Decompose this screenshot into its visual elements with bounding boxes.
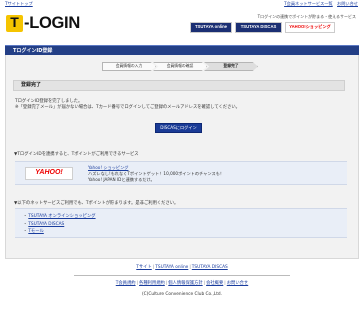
- service-banners: TSUTAYA online TSUTAYA DISCAS YAHOO!ショッピ…: [190, 22, 335, 33]
- company-link[interactable]: 会社概要: [206, 281, 223, 286]
- completion-message: TログインID登録を完了しました。 ※「登録完了メール」が届かない場合は、Tカー…: [15, 99, 240, 112]
- tsutaya-discas-link[interactable]: TSUTAYA DISCAS: [28, 222, 64, 227]
- progress-steps: 会員情報の入力 会員情報の確認 登録完了: [102, 62, 258, 71]
- page-title-bar: TログインID登録: [5, 45, 359, 55]
- header-tagline: Tログインの連携でポイントが貯まる・使えるサービス: [257, 14, 356, 19]
- services-box: TSUTAYA オンラインショッピング TSUTAYA DISCAS Tモール: [15, 208, 347, 238]
- tsutaya-discas-banner[interactable]: TSUTAYA DISCAS: [235, 22, 282, 33]
- footer-links-secondary: T会員規約|各種利用規約|個人情報保護方針|会社概要|お問い合せ: [115, 281, 249, 286]
- footer-links-primary: Tサイト|TSUTAYA online|TSUTAYA DISCAS: [136, 265, 228, 270]
- footer-divider: [74, 275, 290, 276]
- services-intro-heading: ▼以下のネットサービスご利用でも、Tポイントが貯まります。是非ご利用ください。: [14, 201, 179, 206]
- yahoo-logo[interactable]: YAHOO!: [25, 167, 73, 180]
- t-logo-icon: T: [6, 14, 23, 32]
- discas-login-button[interactable]: DISCASにログイン: [155, 123, 202, 133]
- tmall-link[interactable]: Tモール: [28, 229, 44, 234]
- yahoo-desc-line: Yahoo! JAPAN IDと連携するだけ。: [88, 177, 155, 183]
- page-title: TログインID登録: [13, 48, 53, 54]
- tsutaya-online-shopping-link[interactable]: TSUTAYA オンラインショッピング: [28, 214, 95, 219]
- services-list: TSUTAYA オンラインショッピング TSUTAYA DISCAS Tモール: [23, 213, 339, 236]
- top-right-links: T会員ネットサービス一覧 お問い合せ: [281, 1, 358, 6]
- tlogin-logo: T -LOGIN: [6, 13, 80, 33]
- footer-tsutaya-online-link[interactable]: TSUTAYA online: [155, 265, 188, 270]
- yahoo-shopping-banner[interactable]: YAHOO!ショッピング: [285, 22, 335, 33]
- step-input: 会員情報の入力: [102, 62, 156, 71]
- contact-link[interactable]: お問い合せ: [337, 1, 358, 6]
- list-item: TSUTAYA DISCAS: [23, 221, 339, 229]
- list-item: Tモール: [23, 228, 339, 236]
- message-line: ※「登録完了メール」が届かない場合は、Tカード番号でログインしてご登録のメールア…: [15, 105, 240, 111]
- logo-text: -LOGIN: [24, 13, 80, 32]
- usage-terms-link[interactable]: 各種利用規約: [139, 281, 165, 286]
- list-item: TSUTAYA オンラインショッピング: [23, 213, 339, 221]
- section-title: 登録完了: [13, 80, 345, 91]
- top-navigation: Tサイトトップ T会員ネットサービス一覧 お問い合せ: [0, 1, 364, 8]
- footer-tsite-link[interactable]: Tサイト: [136, 265, 152, 270]
- privacy-policy-link[interactable]: 個人情報保護方針: [168, 281, 202, 286]
- step-complete: 登録完了: [204, 62, 258, 71]
- yahoo-service-box: YAHOO! Yahoo! ショッピング ハズレなし!もれなくTポイントゲット！…: [15, 161, 347, 185]
- main-content: 会員情報の入力 会員情報の確認 登録完了 登録完了 TログインID登録を完了しま…: [5, 55, 359, 259]
- tsutaya-online-banner[interactable]: TSUTAYA online: [190, 22, 232, 33]
- yahoo-intro-heading: ▼TログインIDを連携すると、Tポイントがご利用できるサービス: [14, 152, 139, 157]
- footer-contact-link[interactable]: お問い合せ: [227, 281, 248, 286]
- yahoo-description: Yahoo! ショッピング ハズレなし!もれなくTポイントゲット！10,000ポ…: [88, 165, 224, 183]
- step-confirm: 会員情報の確認: [153, 62, 207, 71]
- tsite-top-link[interactable]: Tサイトトップ: [5, 1, 33, 6]
- footer-tsutaya-discas-link[interactable]: TSUTAYA DISCAS: [192, 265, 228, 270]
- copyright: (C)Culture Convenience Club Co.,Ltd.: [141, 292, 223, 297]
- member-services-link[interactable]: T会員ネットサービス一覧: [284, 1, 333, 6]
- terms-link[interactable]: T会員規約: [116, 281, 136, 286]
